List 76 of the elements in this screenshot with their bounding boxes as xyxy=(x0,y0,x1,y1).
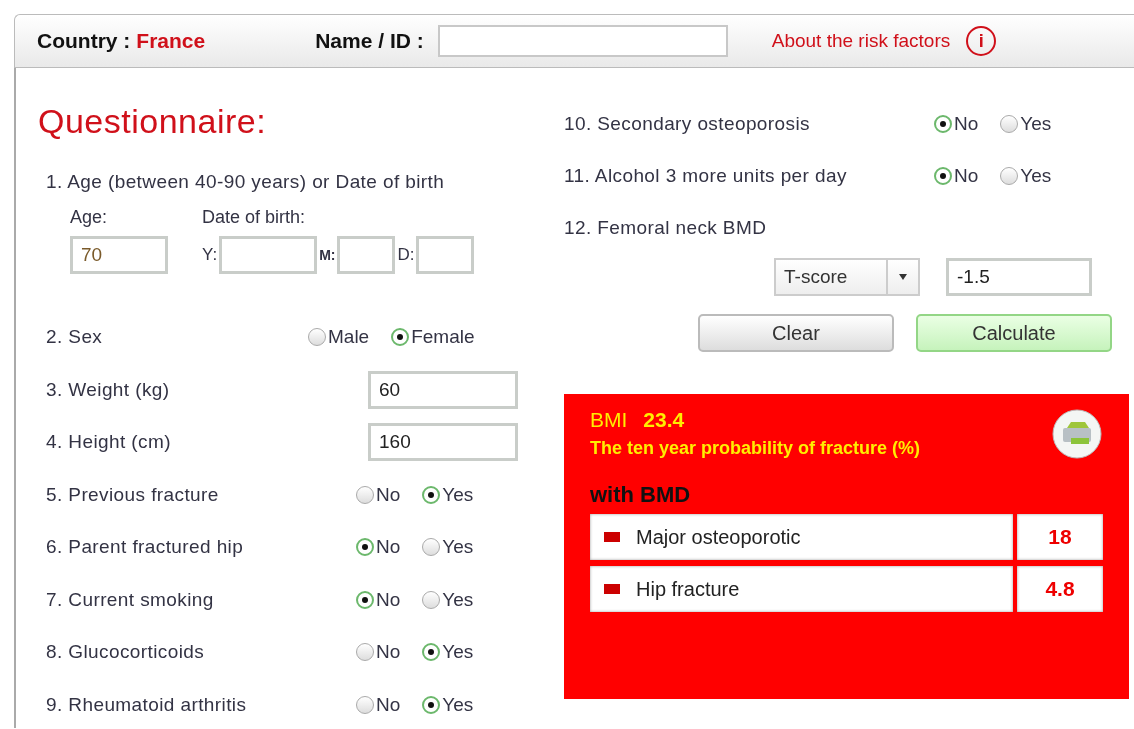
question-label: 6. Parent fractured hip xyxy=(46,536,244,559)
option-label: Yes xyxy=(442,588,474,611)
about-link[interactable]: About the risk factors xyxy=(771,30,951,52)
question-label: 10. Secondary osteoporosis xyxy=(564,113,810,135)
option-label: No xyxy=(376,536,401,559)
question-label: 3. Weight (kg) xyxy=(46,378,170,401)
results-title: The ten year probability of fracture (%) xyxy=(590,438,921,459)
option-label: No xyxy=(376,641,401,664)
result-value-cell: 18 xyxy=(1017,514,1103,560)
radio-button[interactable] xyxy=(356,695,374,714)
printer-icon[interactable] xyxy=(1051,408,1103,460)
radio-button[interactable] xyxy=(356,538,374,557)
radio-button[interactable] xyxy=(422,643,441,662)
result-label-cell: Major osteoporotic xyxy=(590,514,1013,560)
result-value-cell: 4.8 xyxy=(1017,566,1103,612)
radio-button[interactable] xyxy=(422,538,441,557)
radio-button[interactable] xyxy=(308,328,326,347)
question-label: 12. Femoral neck BMD xyxy=(564,217,767,239)
radio-button[interactable] xyxy=(422,485,441,504)
option-label: Yes xyxy=(1020,165,1052,187)
date-of-birth-label: Date of birth: xyxy=(202,207,307,228)
info-icon[interactable]: i xyxy=(966,26,997,56)
option-label: No xyxy=(954,113,979,135)
question-label: 1. Age (between 40-90 years) or Date of birth xyxy=(46,171,446,193)
date-part-label: M: xyxy=(319,247,336,263)
score-type-dropdown[interactable]: T-score xyxy=(774,258,920,296)
age-label: Age: xyxy=(70,207,109,228)
option-label: Yes xyxy=(442,641,474,664)
option-label: Yes xyxy=(442,693,474,716)
country-value: France xyxy=(136,29,206,53)
measure-field[interactable]: 60 xyxy=(368,370,518,409)
option-label: No xyxy=(954,165,979,187)
question-label: 4. Height (cm) xyxy=(46,431,171,454)
calculate-button[interactable]: Calculate xyxy=(916,314,1112,352)
question-label: 9. Rheumatoid arthritis xyxy=(46,693,247,716)
section-heading: with BMD xyxy=(590,482,692,508)
radio-button[interactable] xyxy=(422,695,441,714)
questionnaire-title: Questionnaire: xyxy=(38,102,268,141)
radio-button[interactable] xyxy=(934,167,952,185)
option-label: Male xyxy=(328,326,370,349)
option-label: Yes xyxy=(442,536,474,559)
radio-button[interactable] xyxy=(356,643,374,662)
date-part-field[interactable] xyxy=(337,236,396,274)
caret-icon xyxy=(898,274,908,280)
question-label: 2. Sex xyxy=(46,326,103,349)
measure-field[interactable]: 160 xyxy=(368,423,518,462)
result-label-cell: Hip fracture xyxy=(590,566,1013,612)
question-label: 7. Current smoking xyxy=(46,588,214,611)
radio-button[interactable] xyxy=(1000,115,1019,133)
bmd-field[interactable]: -1.5 xyxy=(946,258,1092,296)
bmi-label: BMI xyxy=(590,408,628,432)
country-label: Country : xyxy=(37,29,131,53)
age-field[interactable]: 70 xyxy=(70,236,168,274)
radio-button[interactable] xyxy=(391,328,410,347)
date-part-label: Y: xyxy=(202,245,218,265)
bmi-value: 23.4 xyxy=(643,408,685,432)
question-label: 11. Alcohol 3 more units per day xyxy=(564,165,847,187)
option-label: Female xyxy=(411,326,475,349)
option-label: No xyxy=(376,483,401,506)
radio-button[interactable] xyxy=(422,590,441,609)
date-part-field[interactable] xyxy=(416,236,475,274)
clear-button[interactable]: Clear xyxy=(698,314,894,352)
radio-button[interactable] xyxy=(934,115,952,133)
date-part-field[interactable] xyxy=(219,236,318,274)
radio-button[interactable] xyxy=(1000,167,1019,185)
name-label: Name / ID : xyxy=(315,29,424,53)
option-label: No xyxy=(376,588,401,611)
option-label: No xyxy=(376,693,401,716)
date-part-label: D: xyxy=(397,245,415,265)
option-label: Yes xyxy=(1020,113,1052,135)
question-label: 5. Previous fracture xyxy=(46,483,219,506)
radio-button[interactable] xyxy=(356,485,374,504)
radio-button[interactable] xyxy=(356,590,374,609)
name-field[interactable] xyxy=(437,25,728,57)
question-label: 8. Glucocorticoids xyxy=(46,641,205,664)
option-label: Yes xyxy=(442,483,474,506)
